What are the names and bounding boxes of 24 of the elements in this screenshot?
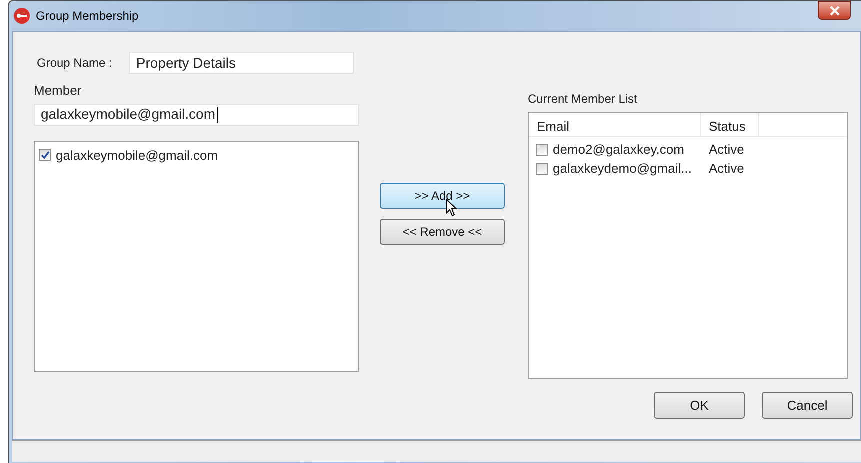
window-title: Group Membership [36,8,139,25]
group-name-label: Group Name : [37,55,112,72]
add-button[interactable]: >> Add >> [380,183,505,209]
member-label: Member [34,82,83,100]
close-icon [830,6,840,16]
close-button[interactable] [818,1,851,20]
column-header[interactable]: Email [529,113,701,136]
member-email: galaxkeydemo@gmail... [553,160,692,178]
remove-button[interactable]: << Remove << [380,219,505,245]
member-email: demo2@galaxkey.com [553,140,684,159]
member-status: Active [709,160,744,178]
current-member-list-label: Current Member List [528,91,638,108]
checkbox[interactable] [536,144,548,156]
member-email: galaxkeymobile@gmail.com [56,146,218,165]
checkbox[interactable] [39,149,51,162]
group-name-field[interactable]: Property Details [129,52,354,74]
checkbox[interactable] [536,162,548,174]
ok-button[interactable]: OK [654,392,745,419]
member-field[interactable]: galaxkeymobile@gmail.com [34,104,359,126]
mouse-pointer-icon [446,199,458,217]
key-icon [14,8,30,24]
member-status: Active [709,140,744,159]
cancel-button[interactable]: Cancel [762,392,853,419]
column-header[interactable]: Status [701,113,759,136]
